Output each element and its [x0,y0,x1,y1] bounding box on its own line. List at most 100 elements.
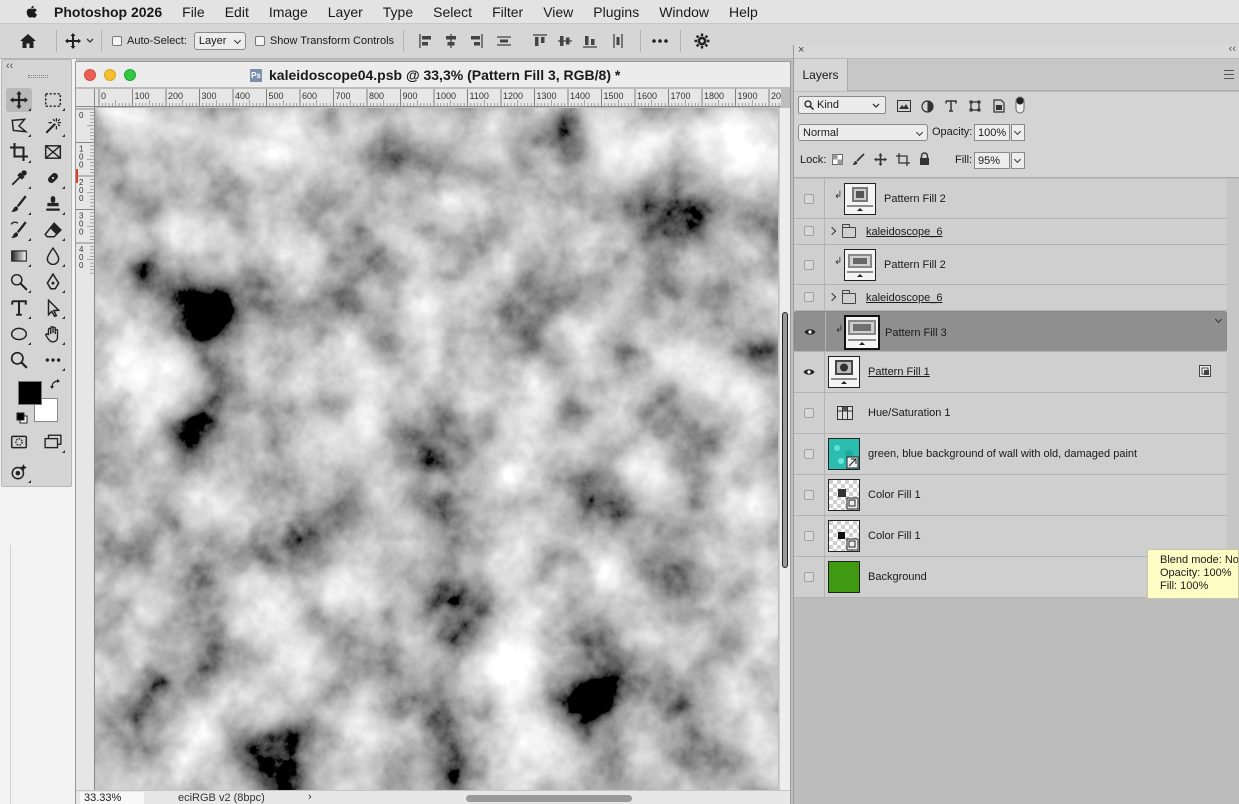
visibility-off-box[interactable] [804,531,814,541]
filter-pixel-icon[interactable] [897,100,911,112]
lasso-tool-icon[interactable] [6,114,32,138]
tools-panel-header[interactable]: ‹‹ [2,60,71,85]
crop-tool-icon[interactable] [6,140,32,164]
smart-filter-link-icon[interactable] [1199,365,1211,377]
lock-artboard-icon[interactable] [896,153,910,166]
apple-icon[interactable] [20,4,42,20]
auto-select-dropdown[interactable]: Layer [193,32,246,50]
gradient-tool-icon[interactable] [6,244,32,268]
swap-colors-icon[interactable] [50,379,61,390]
clone-stamp-icon[interactable] [40,192,66,216]
visibility-toggle[interactable] [794,557,825,597]
visibility-toggle[interactable] [794,179,825,218]
tab-layers[interactable]: Layers [794,59,848,91]
menu-image[interactable]: Image [269,4,308,20]
eyedropper-tool-icon[interactable] [6,166,32,190]
document-canvas[interactable] [95,108,778,790]
vertical-scrollbar[interactable] [779,108,790,790]
status-menu-arrow[interactable]: › [308,791,312,803]
ruler-origin[interactable] [76,89,95,107]
layer-name[interactable]: Pattern Fill 3 [885,327,947,339]
opacity-slider-toggle[interactable] [1011,124,1025,141]
layer-name[interactable]: Pattern Fill 2 [884,259,946,271]
eraser-tool-icon[interactable] [40,218,66,242]
menu-layer[interactable]: Layer [328,4,363,20]
group-name[interactable]: kaleidoscope_6 [866,292,942,304]
move-tool-preset-icon[interactable] [61,33,97,49]
visibility-toggle[interactable] [795,312,826,351]
healing-brush-icon[interactable] [40,166,66,190]
layer-row[interactable]: ↲ Pattern Fill 2 [794,179,1227,219]
visibility-off-box[interactable] [804,226,814,236]
layers-scrollbar[interactable] [1227,179,1239,599]
hand-tool-icon[interactable] [40,322,66,346]
layer-row[interactable]: ↲ Pattern Fill 2 [794,245,1227,285]
menu-filter[interactable]: Filter [492,4,523,20]
visibility-off-box[interactable] [804,408,814,418]
filter-type-icon[interactable] [945,100,957,112]
horizontal-ruler[interactable]: 0 100 200 300 400 500 600 700 800 900 1000 1100 1200… [95,89,781,107]
zoom-level-field[interactable]: 33.33% [80,792,144,804]
app-name[interactable]: Photoshop 2026 [54,4,162,20]
lock-position-icon[interactable] [874,153,887,166]
panel-grip[interactable] [28,75,48,78]
layer-group-row[interactable]: kaleidoscope_6 [794,219,1227,245]
filter-kind-dropdown[interactable]: Kind [798,96,886,114]
opacity-input[interactable]: 100% [974,124,1010,141]
panel-dock-bar[interactable]: × ‹‹ [794,43,1239,59]
menu-select[interactable]: Select [433,4,472,20]
path-selection-icon[interactable] [40,296,66,320]
brush-tool-icon[interactable] [6,192,32,216]
layer-name[interactable]: green, blue background of wall with old,… [868,448,1137,460]
layer-name[interactable]: Pattern Fill 1 [868,366,930,378]
visibility-off-box[interactable] [804,260,814,270]
layer-row-selected[interactable]: ↲ Pattern Fill 3 [794,311,1227,352]
visibility-toggle[interactable] [794,352,825,392]
dodge-tool-icon[interactable] [6,270,32,294]
menu-help[interactable]: Help [729,4,758,20]
pen-tool-icon[interactable] [40,270,66,294]
visibility-toggle[interactable] [794,245,825,284]
lock-image-pixels-icon[interactable] [852,153,865,166]
expand-group-chevron-icon[interactable] [827,226,837,236]
visibility-off-box[interactable] [804,449,814,459]
collapse-icon[interactable]: ‹‹ [6,60,13,72]
vertical-scroll-thumb[interactable] [782,312,788,568]
align-top-icon[interactable] [532,33,548,49]
align-middle-v-icon[interactable] [557,33,573,49]
filter-adjustment-icon[interactable] [921,100,934,113]
eye-icon[interactable] [803,368,815,376]
ellipse-tool-icon[interactable] [6,322,32,346]
visibility-toggle[interactable] [794,285,825,310]
foreground-color-swatch[interactable] [18,381,42,405]
eye-icon[interactable] [804,328,816,336]
layer-row[interactable]: Hue/Saturation 1 [794,393,1227,434]
filter-shape-icon[interactable] [969,100,981,112]
layer-name[interactable]: Color Fill 1 [868,489,921,501]
history-brush-icon[interactable] [6,218,32,242]
generative-tool-icon[interactable] [6,460,32,484]
close-window-button[interactable] [84,69,96,81]
layer-name[interactable]: Pattern Fill 2 [884,193,946,205]
align-bottom-icon[interactable] [582,33,598,49]
fill-input[interactable]: 95% [974,152,1010,169]
blend-mode-dropdown[interactable]: Normal [798,124,928,141]
visibility-toggle[interactable] [794,219,825,244]
quick-mask-icon[interactable] [6,430,32,454]
zoom-tool-icon[interactable] [6,348,32,372]
menu-window[interactable]: Window [659,4,709,20]
lock-transparent-pixels-icon[interactable] [832,154,843,165]
layer-name[interactable]: Color Fill 1 [868,530,921,542]
layer-row[interactable]: Pattern Fill 1 [794,352,1227,393]
type-tool-icon[interactable] [6,296,32,320]
color-profile-info[interactable]: eciRGB v2 (8bpc) [178,792,265,804]
filter-toggle-icon[interactable] [1015,96,1025,114]
menu-type[interactable]: Type [383,4,413,20]
group-name[interactable]: kaleidoscope_6 [866,226,942,238]
visibility-off-box[interactable] [804,292,814,302]
layer-group-row[interactable]: kaleidoscope_6 [794,285,1227,311]
frame-tool-icon[interactable] [40,140,66,164]
visibility-toggle[interactable] [794,516,825,556]
document-title-bar[interactable]: Ps kaleidoscope04.psb @ 33,3% (Pattern Fi… [76,62,790,88]
menu-file[interactable]: File [182,4,205,20]
